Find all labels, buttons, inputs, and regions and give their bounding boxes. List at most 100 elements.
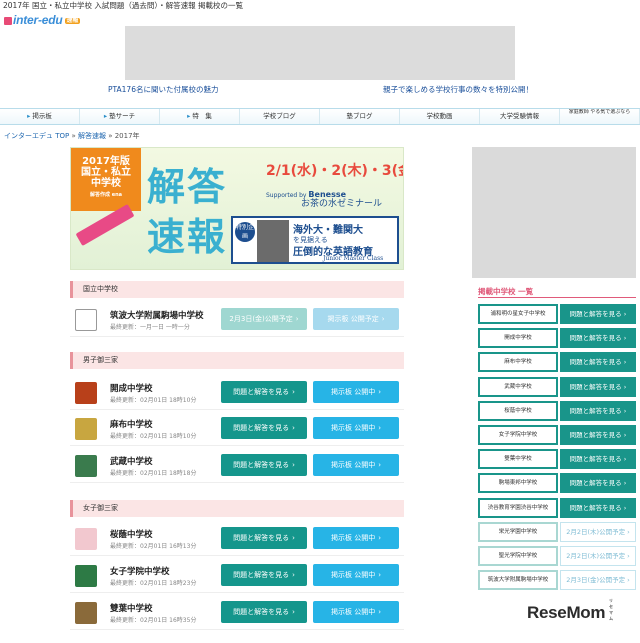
sidebar-view-button[interactable]: 問題と解答を見る › — [560, 425, 636, 445]
chevron-right-icon: › — [292, 388, 295, 396]
last-updated: 最終更新：02月01日 18時23分 — [110, 580, 197, 587]
hero-dates: 2/1(水)・2(木)・3(金)更新 — [266, 163, 403, 179]
board-button[interactable]: 掲示板 公開中 › — [313, 601, 399, 623]
sidebar-school-name[interactable]: 桜蔭中学校 — [478, 400, 558, 421]
sidebar-school-name[interactable]: 雙葉中学校 — [478, 449, 558, 470]
view-answers-button[interactable]: 問題と解答を見る › — [221, 417, 307, 439]
sidebar-school-row: 麻布中学校 問題と解答を見る › — [478, 352, 636, 373]
sidebar-view-button[interactable]: 2月3日(金)公開予定 › — [560, 570, 636, 591]
view-answers-button[interactable]: 問題と解答を見る › — [221, 454, 307, 476]
sidebar-view-button[interactable]: 2月2日(木)公開予定 › — [560, 521, 636, 542]
chevron-right-icon: › — [292, 461, 295, 469]
view-answers-button[interactable]: 問題と解答を見る › — [221, 601, 307, 623]
sidebar-school-row: 聖光学院中学校 2月2日(木)公開予定 › — [478, 546, 636, 566]
school-crest-icon — [75, 528, 97, 550]
nav-item-1[interactable]: ▸ 塾サーチ — [80, 109, 160, 124]
board-button[interactable]: 掲示板 公開中 › — [313, 564, 399, 586]
sidebar-view-button[interactable]: 問題と解答を見る › — [560, 328, 636, 349]
view-answers-button[interactable]: 問題と解答を見る › — [221, 527, 307, 549]
nav-item-4[interactable]: 塾ブログ — [320, 109, 400, 124]
sidebar-view-button[interactable]: 問題と解答を見る › — [560, 400, 636, 421]
hero-special-box: 特別企画 海外大・難関大 を見据える 圧倒的な英語教育 Junior Maste… — [231, 216, 399, 264]
view-answers-button[interactable]: 問題と解答を見る › — [221, 564, 307, 586]
board-button[interactable]: 掲示板 公開予定 › — [313, 308, 399, 330]
last-updated: 最終更新：02月01日 18時10分 — [110, 433, 197, 440]
sidebar-view-button[interactable]: 問題と解答を見る › — [560, 497, 636, 518]
last-updated: 最終更新：02月01日 18時10分 — [110, 397, 197, 404]
sidebar-school-row: 浦和明の星女子中学校 問題と解答を見る › — [478, 304, 636, 324]
board-button[interactable]: 掲示板 公開中 › — [313, 417, 399, 439]
sidebar-school-row: 筑波大学附属駒場中学校 2月3日(金)公開予定 › — [478, 570, 636, 591]
promo-link-2[interactable]: 親子で楽しめる学校行事の数々を特別公開！ — [383, 84, 533, 95]
school-crest-icon — [75, 382, 97, 404]
last-updated: 最終更新：一月一日 一時一分 — [110, 324, 190, 331]
view-answers-button[interactable]: 2月3日(金)公開予定 › — [221, 308, 307, 330]
chevron-right-icon: › — [378, 388, 382, 396]
chevron-right-icon: › — [292, 534, 295, 542]
board-button[interactable]: 掲示板 公開中 › — [313, 381, 399, 403]
nav-item-2[interactable]: ▸ 特 集 — [160, 109, 240, 124]
board-button[interactable]: 掲示板 公開中 › — [313, 527, 399, 549]
school-name: 開成中学校 — [110, 384, 153, 394]
chevron-right-icon: › — [381, 315, 385, 323]
school-name: 桜蔭中学校 — [110, 530, 153, 540]
nav-item-5[interactable]: 学校動画 — [400, 109, 480, 124]
top-ad-banner[interactable] — [125, 26, 515, 80]
sidebar-school-row: 桜蔭中学校 問題と解答を見る › — [478, 400, 636, 421]
arrow-icon: ▸ — [27, 112, 31, 120]
breadcrumb-top[interactable]: インターエデュ TOP — [4, 132, 69, 140]
nav-item-6[interactable]: 大学受験情報 — [480, 109, 560, 124]
sidebar-school-name[interactable]: 筑波大学附属駒場中学校 — [478, 570, 558, 591]
school-crest-icon — [75, 565, 97, 587]
chevron-right-icon: › — [292, 424, 295, 432]
nav-item-0[interactable]: ▸ 掲示板 — [0, 109, 80, 124]
sidebar-school-name[interactable]: 聖光学院中学校 — [478, 546, 558, 566]
sidebar-view-button[interactable]: 問題と解答を見る › — [560, 473, 636, 494]
sidebar-view-button[interactable]: 問題と解答を見る › — [560, 304, 636, 324]
arrow-icon: ▸ — [103, 112, 108, 120]
breadcrumb-answers[interactable]: 解答速報 — [78, 132, 106, 140]
hero-title-2: 速報 — [147, 214, 228, 259]
sidebar-school-name[interactable]: 浦和明の星女子中学校 — [478, 304, 558, 324]
school-name: 筑波大学附属駒場中学校 — [110, 311, 204, 321]
chevron-right-icon: › — [621, 310, 627, 318]
sidebar-view-button[interactable]: 問題と解答を見る › — [560, 352, 636, 373]
sidebar-school-name[interactable]: 女子学院中学校 — [478, 425, 558, 445]
school-row: 開成中学校最終更新：02月01日 18時10分 問題と解答を見る › 掲示板 公開中 › — [70, 376, 404, 410]
breadcrumb: インターエデュ TOP » 解答速報 » 2017年 — [4, 132, 140, 140]
sidebar-view-button[interactable]: 問題と解答を見る › — [560, 449, 636, 470]
sidebar-view-button[interactable]: 問題と解答を見る › — [560, 376, 636, 397]
chevron-right-icon: › — [621, 455, 627, 464]
school-row: 麻布中学校 最終更新：02月01日 18時10分 問題と解答を見る › 掲示板 公開中 › — [70, 412, 404, 446]
sidebar-view-button[interactable]: 2月2日(木)公開予定 › — [560, 546, 636, 566]
school-row: 筑波大学附属駒場中学校 最終更新：一月一日 一時一分 2月3日(金)公開予定 › 掲示板… — [70, 303, 404, 337]
site-logo[interactable]: inter-edu 速報 — [4, 13, 81, 27]
nav-item-3[interactable]: 学校ブログ — [240, 109, 320, 124]
chevron-right-icon: › — [378, 571, 382, 579]
promo-link-1[interactable]: PTA176名に聞いた付属校の魅力 — [108, 84, 218, 95]
sidebar-school-name[interactable]: 武蔵中学校 — [478, 376, 558, 397]
chevron-right-icon: › — [621, 479, 627, 488]
chevron-right-icon: › — [621, 431, 627, 439]
hero-banner[interactable]: 2017年版 国立・私立 中学校 解答作成 ena 解答 速報 2/1(水)・2… — [70, 147, 404, 270]
last-updated: 最終更新：02月01日 16時35分 — [110, 617, 197, 624]
last-updated: 最終更新：02月01日 18時18分 — [110, 470, 197, 477]
sidebar-school-row: 駒場東邦中学校 問題と解答を見る › — [478, 473, 636, 494]
nav-item-7[interactable]: 家庭教師 やる気で選ぶなら — [560, 109, 640, 124]
sidebar-school-name[interactable]: 駒場東邦中学校 — [478, 473, 558, 494]
section-heading: 女子御三家 — [70, 500, 404, 517]
hero-badge: 2017年版 国立・私立 中学校 解答作成 ena — [71, 148, 141, 211]
school-crest-icon — [75, 418, 97, 440]
logo-icon — [4, 17, 12, 25]
sidebar-school-name[interactable]: 開成中学校 — [478, 328, 558, 349]
sidebar-school-name[interactable]: 渋谷教育学園渋谷中学校 — [478, 497, 558, 518]
arrow-icon: ▸ — [187, 112, 191, 120]
view-answers-button[interactable]: 問題と解答を見る › — [221, 381, 307, 403]
board-button[interactable]: 掲示板 公開中 › — [313, 454, 399, 476]
sidebar-school-name[interactable]: 麻布中学校 — [478, 352, 558, 373]
sidebar-school-name[interactable]: 栄光学園中学校 — [478, 521, 558, 542]
side-ad[interactable] — [472, 147, 636, 278]
sidebar-school-row: 女子学院中学校 問題と解答を見る › — [478, 425, 636, 445]
sidebar-school-row: 栄光学園中学校 2月2日(木)公開予定 › — [478, 521, 636, 542]
school-row: 桜蔭中学校 最終更新：02月01日 16時13分 問題と解答を見る › 掲示板 公開中 › — [70, 522, 404, 556]
